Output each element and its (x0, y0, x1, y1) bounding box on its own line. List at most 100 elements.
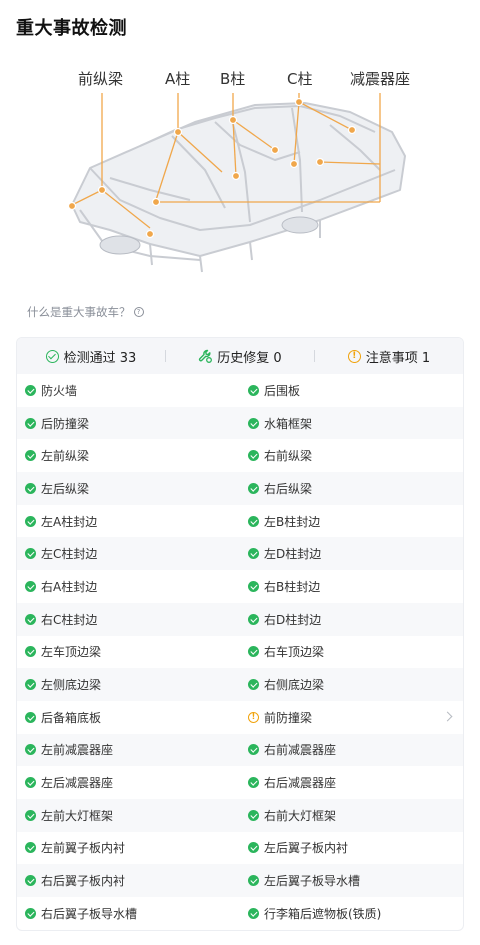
item-label: 左后翼子板内衬 (264, 841, 349, 856)
list-item: 左后减震器座 (17, 766, 240, 799)
list-row: 左前纵梁 右前纵梁 (17, 439, 463, 472)
info-circle-icon: ! (347, 349, 361, 363)
item-label: 左前大灯框架 (41, 808, 114, 823)
list-row: 左前减震器座 右前减震器座 (17, 733, 463, 767)
check-icon (25, 384, 36, 396)
check-icon (248, 580, 259, 592)
summary-passed[interactable]: 检测通过 33 (17, 347, 165, 366)
list-item: 右后翼子板导水槽 (17, 897, 240, 930)
label-a-pillar: A柱 (165, 70, 191, 88)
item-label: 右后翼子板内衬 (41, 874, 126, 889)
check-icon (248, 646, 259, 658)
list-item: 右A柱封边 (17, 570, 240, 603)
check-icon (248, 384, 259, 396)
check-icon (25, 842, 36, 854)
list-item: 右后减震器座 (240, 766, 463, 799)
item-label: 右侧底边梁 (264, 678, 325, 693)
item-label: 左前纵梁 (41, 449, 90, 464)
list-row: 防火墙 后围板 (17, 374, 463, 407)
label-front-rail: 前纵梁 (78, 70, 124, 88)
summary-passed-label: 检测通过 33 (63, 350, 137, 366)
list-item: 右后纵梁 (240, 472, 463, 505)
item-label: 右后减震器座 (264, 776, 337, 791)
chevron-right-icon (442, 711, 453, 722)
list-item: 左后纵梁 (17, 472, 240, 505)
list-row: 右后翼子板导水槽 行李箱后遮物板(铁质) (17, 897, 463, 930)
inspection-panel: 检测通过 33 历史修复 0 ! 注意事项 1 防火墙 后围板 后防撞梁 水箱框… (16, 337, 464, 931)
warning-icon: ! (248, 711, 259, 723)
check-icon (25, 777, 36, 789)
summary-repaired-label: 历史修复 0 (217, 350, 282, 366)
list-item: 左A柱封边 (17, 505, 240, 538)
item-label: 右C柱封边 (41, 612, 98, 627)
list-item: 后防撞梁 (17, 407, 240, 440)
list-row: 左车顶边梁 右车顶边梁 (17, 636, 463, 669)
item-label: 左C柱封边 (41, 547, 98, 562)
list-row: 左侧底边梁 右侧底边梁 (17, 668, 463, 701)
list-item: 右前纵梁 (240, 439, 463, 472)
check-icon (248, 679, 259, 691)
list-item: 左前翼子板内衬 (17, 832, 240, 865)
check-icon (25, 580, 36, 592)
item-label: 左车顶边梁 (41, 645, 102, 660)
list-row: 左C柱封边 左D柱封边 (17, 537, 463, 571)
list-item: 后围板 (240, 374, 463, 407)
item-label: 左侧底边梁 (41, 678, 102, 693)
list-row: 左A柱封边 左B柱封边 (17, 505, 463, 538)
item-label: 左前减震器座 (41, 743, 114, 758)
car-frame-illustration (67, 93, 406, 273)
help-link-text: 什么是重大事故车？ (27, 305, 131, 319)
item-label: 右A柱封边 (41, 579, 98, 594)
item-label: 水箱框架 (264, 416, 313, 431)
list-row: 后备箱底板 ! 前防撞梁 (17, 701, 463, 734)
check-icon (25, 548, 36, 560)
list-item: 右C柱封边 (17, 603, 240, 636)
check-icon (248, 613, 259, 625)
page-title: 重大事故检测 (16, 18, 127, 39)
check-icon (25, 417, 36, 429)
check-icon (25, 711, 36, 723)
check-icon (248, 907, 259, 919)
check-icon (25, 809, 36, 821)
summary-bar: 检测通过 33 历史修复 0 ! 注意事项 1 (17, 338, 463, 374)
check-icon (25, 744, 36, 756)
check-icon (25, 450, 36, 462)
item-label: 右D柱封边 (264, 612, 322, 627)
summary-attention[interactable]: ! 注意事项 1 (315, 347, 463, 366)
what-is-major-accident-link[interactable]: 什么是重大事故车？ ? (27, 304, 144, 320)
check-icon (248, 450, 259, 462)
item-label: 右前纵梁 (264, 449, 313, 464)
check-icon (25, 646, 36, 658)
item-label: 右后纵梁 (264, 481, 313, 496)
list-item: 左B柱封边 (240, 505, 463, 538)
item-label: 右B柱封边 (264, 579, 321, 594)
list-item: 右车顶边梁 (240, 636, 463, 669)
item-label: 左A柱封边 (41, 514, 98, 529)
list-item: 左前大灯框架 (17, 799, 240, 832)
list-item: 左D柱封边 (240, 537, 463, 570)
check-icon (248, 417, 259, 429)
list-row: 左前翼子板内衬 左后翼子板内衬 (17, 832, 463, 865)
label-b-pillar: B柱 (220, 70, 246, 88)
list-row: 后防撞梁 水箱框架 (17, 406, 463, 440)
list-row: 右C柱封边 右D柱封边 (17, 602, 463, 636)
item-label: 左后翼子板导水槽 (264, 874, 361, 889)
check-icon (25, 482, 36, 494)
list-item: 右侧底边梁 (240, 668, 463, 701)
check-icon (248, 777, 259, 789)
item-label: 后备箱底板 (41, 710, 102, 725)
check-icon (25, 613, 36, 625)
item-label: 左后减震器座 (41, 776, 114, 791)
item-label: 左前翼子板内衬 (41, 841, 126, 856)
summary-repaired[interactable]: 历史修复 0 (166, 347, 314, 366)
list-row: 左后减震器座 右后减震器座 (17, 766, 463, 799)
list-row: 右后翼子板内衬 左后翼子板导水槽 (17, 864, 463, 897)
item-label: 行李箱后遮物板(铁质) (264, 906, 382, 921)
list-item-warning[interactable]: ! 前防撞梁 (240, 701, 463, 734)
list-item: 右前减震器座 (240, 734, 463, 767)
check-icon (248, 548, 259, 560)
inspection-list: 防火墙 后围板 后防撞梁 水箱框架 左前纵梁 右前纵梁 左后纵梁 右后纵梁 左A… (17, 374, 463, 930)
list-item: 左后翼子板内衬 (240, 832, 463, 865)
list-item: 右B柱封边 (240, 570, 463, 603)
check-icon (248, 875, 259, 887)
